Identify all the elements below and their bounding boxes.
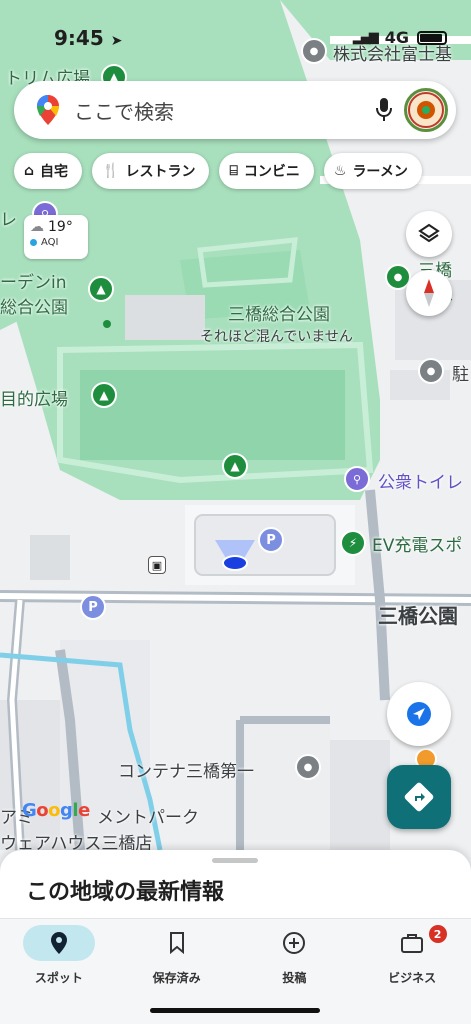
weather-widget[interactable]: ☁ 19° AQI xyxy=(24,215,88,259)
bus-stop-icon[interactable]: ▣ xyxy=(148,556,166,574)
map-label-multi-plaza: 目的広場 xyxy=(0,390,68,410)
weather-temperature: 19° xyxy=(48,219,73,235)
status-time: 9:45 ➤ xyxy=(54,26,123,50)
directions-button[interactable] xyxy=(387,765,451,829)
network-label: 4G xyxy=(384,28,409,47)
map-label-park-status: それほど混んでいません xyxy=(200,329,353,345)
add-circle-icon xyxy=(258,925,330,961)
pin-icon xyxy=(22,925,95,961)
place-poi-icon[interactable]: ● xyxy=(418,358,444,384)
sheet-title: この地域の最新情報 xyxy=(26,880,225,905)
small-poi-dot[interactable] xyxy=(103,320,111,328)
home-indicator[interactable] xyxy=(150,1008,320,1013)
home-icon: ⌂ xyxy=(24,163,35,179)
google-logo: Google xyxy=(22,800,90,821)
directions-icon xyxy=(404,782,434,812)
parking-poi-icon[interactable]: P xyxy=(80,594,106,620)
map-label-garden-park: 総合公園 xyxy=(0,298,68,318)
microphone-icon[interactable] xyxy=(364,98,404,122)
ramen-icon: ♨ xyxy=(333,163,347,179)
compass-button[interactable] xyxy=(406,270,452,316)
park-poi-icon[interactable]: ▲ xyxy=(91,382,117,408)
battery-icon xyxy=(417,30,447,45)
chip-home[interactable]: ⌂ 自宅 xyxy=(14,153,83,189)
chip-convenience-store[interactable]: ⌸ コンビニ xyxy=(219,153,314,189)
notification-badge: 2 xyxy=(428,925,447,943)
map-label-garden: ーデンin xyxy=(0,273,67,293)
restaurant-icon: 🍴 xyxy=(102,163,120,179)
toilet-poi-icon[interactable]: ⚲ xyxy=(344,466,370,492)
map-label-container: コンテナ三橋第一 xyxy=(118,762,254,782)
category-chips: ⌂ 自宅 🍴 レストラン ⌸ コンビニ ♨ ラーメン xyxy=(14,153,422,191)
ev-charge-poi-icon[interactable]: ⚡ xyxy=(340,530,366,556)
parking-poi-icon[interactable]: P xyxy=(258,527,284,553)
map-label-left-partial: レ xyxy=(0,210,17,230)
map-label-ev-charge: EV充電スポ xyxy=(372,536,463,556)
nav-tab-spots[interactable]: スポット xyxy=(0,919,118,1024)
maps-pin-icon xyxy=(28,95,68,125)
search-input[interactable]: ここで検索 xyxy=(68,96,364,125)
map-label-toilet: 公衆トイレ xyxy=(378,473,463,493)
layers-icon xyxy=(418,223,440,243)
chip-ramen[interactable]: ♨ ラーメン xyxy=(323,153,422,189)
navigation-arrow-icon xyxy=(407,702,431,726)
bookmark-icon xyxy=(141,925,213,961)
aqi-indicator-dot xyxy=(30,239,37,246)
park-poi-icon[interactable]: ▲ xyxy=(88,276,114,302)
compass-icon xyxy=(424,279,434,307)
map-label-road: 三橋公園 xyxy=(378,604,458,628)
search-bar[interactable]: ここで検索 xyxy=(14,81,456,139)
status-bar: 9:45 ➤ ▂▄▆ 4G xyxy=(0,0,471,56)
status-indicators: ▂▄▆ 4G xyxy=(353,28,447,47)
map-label-park-name[interactable]: 三橋総合公園 xyxy=(228,300,330,325)
layers-button[interactable] xyxy=(406,211,452,257)
map-label-amusement-rest: メントパーク xyxy=(97,808,199,828)
place-poi-icon[interactable]: ● xyxy=(295,754,321,780)
sheet-drag-handle[interactable] xyxy=(212,858,258,863)
aqi-label: AQI xyxy=(41,237,59,248)
nav-tab-business[interactable]: 2 ビジネス xyxy=(353,919,471,1024)
location-arrow-icon: ➤ xyxy=(110,33,123,49)
chip-restaurant[interactable]: 🍴 レストラン xyxy=(92,153,210,189)
my-location-button[interactable] xyxy=(387,682,451,746)
signal-icon: ▂▄▆ xyxy=(352,30,379,45)
park-poi-icon[interactable]: ▲ xyxy=(222,453,248,479)
store-icon: ⌸ xyxy=(229,163,238,179)
map-label-station-partial: 駐 xyxy=(452,365,469,385)
cloud-icon: ☁ xyxy=(30,219,44,235)
avatar[interactable] xyxy=(404,88,448,132)
